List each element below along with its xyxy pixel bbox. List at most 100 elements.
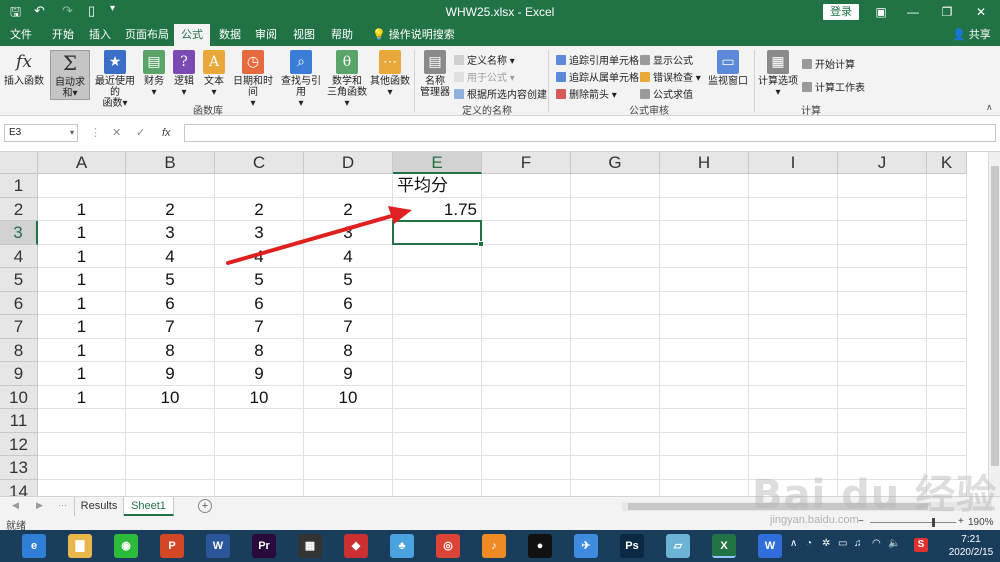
cell-g7[interactable]: [571, 315, 660, 339]
cell-e5[interactable]: [393, 268, 482, 292]
restore-icon[interactable]: ❐: [932, 2, 962, 22]
use-in-formula-button[interactable]: 用于公式 ▾: [454, 69, 515, 84]
row-header-7[interactable]: 7: [0, 315, 38, 339]
tray-network-icon[interactable]: ◔: [806, 538, 812, 549]
cell-d3[interactable]: 3: [304, 221, 393, 245]
cell-b6[interactable]: 6: [126, 291, 215, 315]
cell-d12[interactable]: [304, 432, 393, 456]
cell-j9[interactable]: [838, 362, 927, 386]
cell-h1[interactable]: [660, 174, 749, 198]
cell-k5[interactable]: [927, 268, 967, 292]
cell-c4[interactable]: 4: [215, 244, 304, 268]
cell-e6[interactable]: [393, 291, 482, 315]
calculate-sheet-button[interactable]: 计算工作表: [802, 79, 865, 94]
cell-d8[interactable]: 8: [304, 338, 393, 362]
cell-d6[interactable]: 6: [304, 291, 393, 315]
cell-f13[interactable]: [482, 456, 571, 480]
cell-h4[interactable]: [660, 244, 749, 268]
cell-h2[interactable]: [660, 197, 749, 221]
cell-h9[interactable]: [660, 362, 749, 386]
formula-input[interactable]: [184, 124, 996, 142]
cell-i11[interactable]: [749, 409, 838, 433]
collapse-ribbon-icon[interactable]: ∧: [986, 102, 993, 113]
cell-d10[interactable]: 10: [304, 385, 393, 409]
cell-f6[interactable]: [482, 291, 571, 315]
close-icon[interactable]: ✕: [966, 2, 996, 22]
cell-c9[interactable]: 9: [215, 362, 304, 386]
tray-speaker-icon[interactable]: 🔈: [888, 538, 900, 549]
cell-d2[interactable]: 2: [304, 197, 393, 221]
tab-review[interactable]: 审阅: [248, 24, 284, 46]
autosum-button[interactable]: Σ 自动求和▾: [50, 50, 90, 100]
row-header-2[interactable]: 2: [0, 197, 38, 221]
cell-a4[interactable]: 1: [38, 244, 126, 268]
cell-i3[interactable]: [749, 221, 838, 245]
cell-j6[interactable]: [838, 291, 927, 315]
cell-j2[interactable]: [838, 197, 927, 221]
cell-g8[interactable]: [571, 338, 660, 362]
watch-window-button[interactable]: ▭ 监视窗口: [708, 50, 748, 87]
cell-c7[interactable]: 7: [215, 315, 304, 339]
cell-h12[interactable]: [660, 432, 749, 456]
evaluate-formula-button[interactable]: 公式求值: [640, 86, 693, 101]
name-manager-button[interactable]: ▤ 名称 管理器: [418, 50, 452, 98]
prev-sheet-icon[interactable]: ◀: [12, 500, 19, 511]
file-explorer-icon[interactable]: ▇: [68, 534, 92, 558]
cell-k6[interactable]: [927, 291, 967, 315]
tray-ime-icon[interactable]: S: [914, 538, 928, 552]
cell-j1[interactable]: [838, 174, 927, 198]
cell-f5[interactable]: [482, 268, 571, 292]
tray-volume-icon[interactable]: ♫: [854, 538, 862, 549]
chrome-icon[interactable]: ◎: [436, 534, 460, 558]
cell-j4[interactable]: [838, 244, 927, 268]
tab-insert[interactable]: 插入: [82, 24, 118, 46]
cell-g13[interactable]: [571, 456, 660, 480]
cell-f4[interactable]: [482, 244, 571, 268]
cell-e3[interactable]: [393, 221, 482, 245]
column-header-d[interactable]: D: [304, 152, 393, 174]
cell-b9[interactable]: 9: [126, 362, 215, 386]
cell-j10[interactable]: [838, 385, 927, 409]
cell-j12[interactable]: [838, 432, 927, 456]
error-checking-button[interactable]: 错误检查 ▾: [640, 69, 701, 84]
select-all-corner[interactable]: [0, 152, 38, 174]
date-time-button[interactable]: ◷ 日期和时间 ▾: [230, 50, 276, 109]
cell-g5[interactable]: [571, 268, 660, 292]
video-editor-icon[interactable]: ▦: [298, 534, 322, 558]
cell-a12[interactable]: [38, 432, 126, 456]
cell-c12[interactable]: [215, 432, 304, 456]
cell-b8[interactable]: 8: [126, 338, 215, 362]
cell-e8[interactable]: [393, 338, 482, 362]
cell-a7[interactable]: 1: [38, 315, 126, 339]
cell-g14[interactable]: [571, 479, 660, 496]
column-header-i[interactable]: I: [749, 152, 838, 174]
wechat-icon[interactable]: ◉: [114, 534, 138, 558]
cell-g3[interactable]: [571, 221, 660, 245]
column-header-b[interactable]: B: [126, 152, 215, 174]
notes-icon[interactable]: ▱: [666, 534, 690, 558]
trace-dependents-button[interactable]: 追踪从属单元格: [556, 69, 639, 84]
cell-a11[interactable]: [38, 409, 126, 433]
tab-page-layout[interactable]: 页面布局: [120, 24, 174, 46]
minimize-icon[interactable]: —: [898, 2, 928, 22]
tab-help[interactable]: 帮助: [324, 24, 360, 46]
cell-j7[interactable]: [838, 315, 927, 339]
tray-wifi-icon[interactable]: ◠: [872, 538, 881, 549]
cell-c10[interactable]: 10: [215, 385, 304, 409]
cell-k1[interactable]: [927, 174, 967, 198]
cell-f8[interactable]: [482, 338, 571, 362]
cell-e11[interactable]: [393, 409, 482, 433]
create-from-selection-button[interactable]: 根据所选内容创建: [454, 86, 547, 101]
cell-c14[interactable]: [215, 479, 304, 496]
cell-a1[interactable]: [38, 174, 126, 198]
column-header-j[interactable]: J: [838, 152, 927, 174]
cell-e2[interactable]: 1.75: [393, 197, 482, 221]
tab-view[interactable]: 视图: [286, 24, 322, 46]
cell-h3[interactable]: [660, 221, 749, 245]
cell-a2[interactable]: 1: [38, 197, 126, 221]
text-functions-button[interactable]: A 文本 ▾: [202, 50, 226, 98]
cancel-icon[interactable]: ✕: [112, 124, 121, 142]
cell-e9[interactable]: [393, 362, 482, 386]
powerpoint-icon[interactable]: P: [160, 534, 184, 558]
cell-i9[interactable]: [749, 362, 838, 386]
